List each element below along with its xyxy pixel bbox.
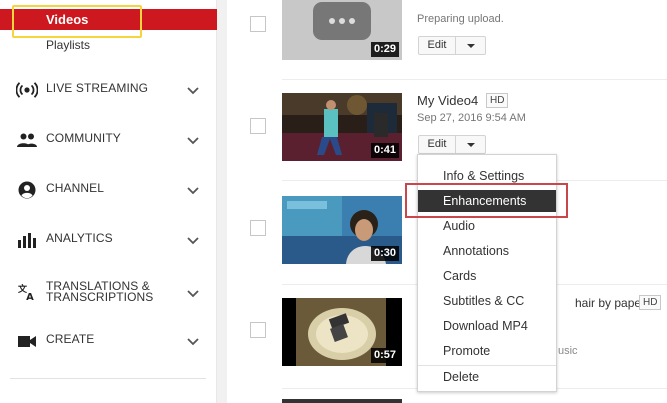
edit-dropdown-toggle[interactable] — [456, 36, 486, 55]
row-checkbox[interactable] — [250, 16, 266, 32]
sidebar-item-playlists[interactable]: Playlists — [46, 38, 90, 52]
video-duration: 0:30 — [370, 246, 399, 261]
edit-dropdown-menu: Info & Settings Enhancements Audio Annot… — [417, 154, 557, 392]
video-thumbnail[interactable]: 0:41 — [282, 93, 402, 161]
video-thumbnail[interactable] — [282, 399, 402, 403]
upload-status: Preparing upload. — [417, 13, 504, 25]
row-checkbox[interactable] — [250, 220, 266, 236]
chevron-down-icon[interactable] — [186, 133, 200, 147]
menu-item-download-mp4[interactable]: Download MP4 — [418, 315, 556, 337]
video-thumbnail[interactable]: 0:29 — [282, 0, 402, 60]
sidebar-divider — [10, 378, 206, 379]
sidebar-gutter — [217, 0, 227, 403]
menu-item-delete[interactable]: Delete — [418, 366, 556, 388]
video-duration: 0:41 — [370, 143, 399, 158]
video-title[interactable]: My Video4 — [417, 93, 478, 108]
sidebar-label-secondary: TRANSCRIPTIONS — [46, 290, 154, 304]
translate-icon: 文 A — [17, 283, 34, 301]
chevron-down-icon[interactable] — [186, 83, 200, 97]
edit-dropdown-toggle[interactable] — [456, 135, 486, 154]
sidebar-section-translations[interactable]: 文 A TRANSLATIONS & TRANSCRIPTIONS — [0, 277, 217, 311]
video-date: Sep 27, 2016 9:54 AM — [417, 112, 526, 124]
sidebar-section-live-streaming[interactable]: LIVE STREAMING — [0, 75, 217, 105]
menu-item-info-settings[interactable]: Info & Settings — [418, 165, 556, 187]
video-thumbnail[interactable]: 0:57 — [282, 298, 402, 366]
sidebar: Videos Playlists LIVE STREAMING COMMUNIT… — [0, 0, 217, 403]
edit-button-group: Edit — [418, 36, 486, 55]
chevron-down-icon[interactable] — [186, 233, 200, 247]
menu-item-subtitles-cc[interactable]: Subtitles & CC — [418, 290, 556, 312]
hd-badge: HD — [639, 295, 662, 310]
row-divider — [282, 79, 667, 80]
svg-text:A: A — [26, 292, 34, 301]
community-icon — [17, 133, 37, 147]
sidebar-section-analytics[interactable]: ANALYTICS — [0, 225, 217, 255]
sidebar-label: LIVE STREAMING — [46, 81, 149, 95]
row-checkbox[interactable] — [250, 322, 266, 338]
analytics-icon — [18, 233, 36, 248]
edit-button[interactable]: Edit — [418, 36, 456, 55]
video-meta: usic — [558, 345, 578, 357]
hd-badge: HD — [486, 93, 509, 108]
sidebar-item-videos[interactable]: Videos — [0, 9, 217, 30]
video-thumbnail[interactable]: 0:30 — [282, 196, 402, 264]
video-duration: 0:57 — [370, 348, 399, 363]
video-title[interactable]: hair by paper — [575, 296, 645, 310]
sidebar-section-community[interactable]: COMMUNITY — [0, 125, 217, 155]
sidebar-label: COMMUNITY — [46, 131, 121, 145]
sidebar-label: ANALYTICS — [46, 231, 113, 245]
sidebar-section-channel[interactable]: CHANNEL — [0, 175, 217, 205]
menu-item-cards[interactable]: Cards — [418, 265, 556, 287]
sidebar-label: CHANNEL — [46, 181, 105, 195]
menu-item-annotations[interactable]: Annotations — [418, 240, 556, 262]
video-duration: 0:29 — [370, 42, 399, 57]
edit-button-group: Edit — [418, 135, 486, 154]
menu-item-audio[interactable]: Audio — [418, 215, 556, 237]
chevron-down-icon[interactable] — [186, 183, 200, 197]
sidebar-section-create[interactable]: CREATE — [0, 326, 217, 356]
live-streaming-icon — [16, 82, 38, 98]
chevron-down-icon[interactable] — [186, 286, 200, 300]
menu-item-enhancements[interactable]: Enhancements — [418, 190, 556, 212]
row-checkbox[interactable] — [250, 118, 266, 134]
chevron-down-icon[interactable] — [186, 334, 200, 348]
menu-item-promote[interactable]: Promote — [418, 340, 556, 362]
create-icon — [18, 336, 36, 347]
edit-button[interactable]: Edit — [418, 135, 456, 154]
channel-icon — [18, 181, 36, 199]
sidebar-label: CREATE — [46, 332, 95, 346]
